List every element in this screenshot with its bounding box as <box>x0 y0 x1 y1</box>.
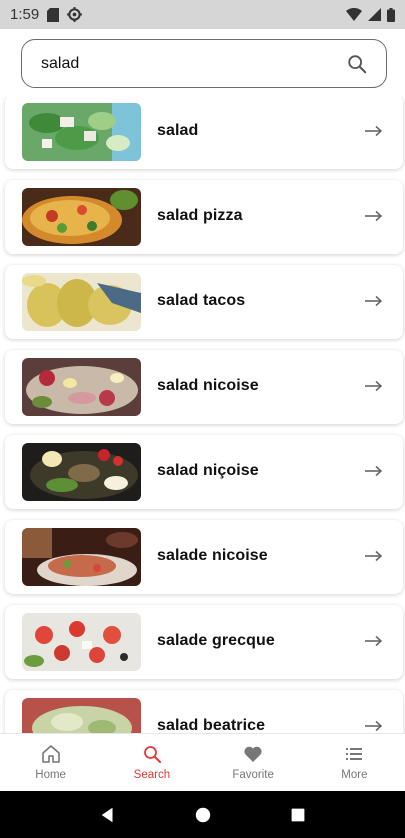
result-label: salade nicoise <box>157 547 268 564</box>
search-box[interactable] <box>21 39 387 88</box>
food-thumbnail <box>22 698 141 733</box>
list-item[interactable]: salade nicoise <box>5 520 403 594</box>
arrow-right-icon[interactable] <box>365 125 383 137</box>
bottom-nav: Home Search Favorite More <box>0 733 405 791</box>
heart-icon <box>243 744 263 764</box>
nav-label: Search <box>133 769 171 781</box>
status-bar: 1:59 <box>0 0 405 29</box>
result-label: salad niçoise <box>157 462 259 479</box>
list-item[interactable]: salad niçoise <box>5 435 403 509</box>
nav-more[interactable]: More <box>304 734 405 791</box>
nav-home[interactable]: Home <box>0 734 101 791</box>
status-right <box>346 7 395 22</box>
arrow-right-icon[interactable] <box>365 295 383 307</box>
settings-icon <box>67 7 83 22</box>
arrow-right-icon[interactable] <box>365 380 383 392</box>
back-icon[interactable] <box>98 805 118 825</box>
search-icon <box>142 744 162 764</box>
list-item[interactable]: salad <box>5 97 403 169</box>
nav-favorite[interactable]: Favorite <box>203 734 304 791</box>
result-label: salad tacos <box>157 292 246 309</box>
result-label: salad <box>157 122 199 139</box>
results-list[interactable]: salad salad pizza salad tacos salad nico… <box>0 97 405 733</box>
cellular-icon <box>368 8 381 21</box>
result-label: salad nicoise <box>157 377 259 394</box>
wifi-icon <box>346 8 362 21</box>
food-thumbnail <box>22 443 141 501</box>
status-time: 1:59 <box>10 6 40 23</box>
result-label: salad beatrice <box>157 717 266 733</box>
arrow-right-icon[interactable] <box>365 210 383 222</box>
menu-icon <box>344 744 364 764</box>
status-left: 1:59 <box>10 6 83 23</box>
home-icon <box>41 744 61 764</box>
food-thumbnail <box>22 103 141 161</box>
list-item[interactable]: salad tacos <box>5 265 403 339</box>
nav-label: More <box>341 769 368 781</box>
food-thumbnail <box>22 273 141 331</box>
list-item[interactable]: salad nicoise <box>5 350 403 424</box>
food-thumbnail <box>22 528 141 586</box>
food-thumbnail <box>22 188 141 246</box>
result-label: salad pizza <box>157 207 243 224</box>
sd-card-icon <box>47 7 60 22</box>
nav-search[interactable]: Search <box>101 734 202 791</box>
arrow-right-icon[interactable] <box>365 465 383 477</box>
list-item[interactable]: salad pizza <box>5 180 403 254</box>
search-input[interactable] <box>41 54 346 73</box>
list-item[interactable]: salad beatrice <box>5 690 403 733</box>
nav-label: Favorite <box>232 769 274 781</box>
food-thumbnail <box>22 358 141 416</box>
nav-label: Home <box>35 769 66 781</box>
recents-icon[interactable] <box>288 805 308 825</box>
arrow-right-icon[interactable] <box>365 550 383 562</box>
result-label: salade grecque <box>157 632 275 649</box>
arrow-right-icon[interactable] <box>365 720 383 732</box>
arrow-right-icon[interactable] <box>365 635 383 647</box>
system-nav-bar <box>0 791 405 838</box>
home-button-icon[interactable] <box>193 805 213 825</box>
search-icon[interactable] <box>346 53 368 75</box>
food-thumbnail <box>22 613 141 671</box>
list-item[interactable]: salade grecque <box>5 605 403 679</box>
battery-icon <box>387 7 395 22</box>
